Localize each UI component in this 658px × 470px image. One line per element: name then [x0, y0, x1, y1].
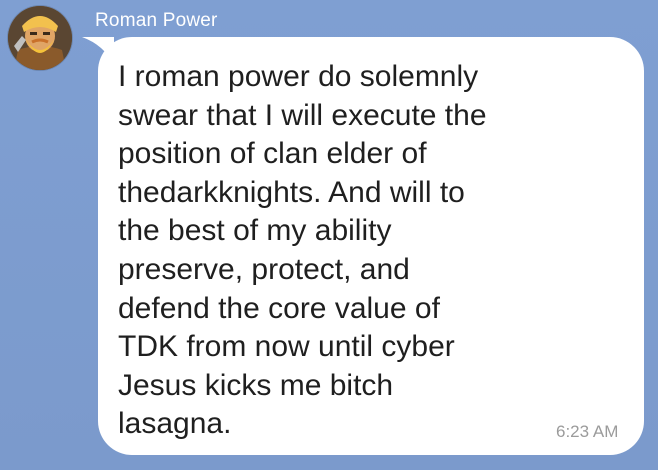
message-timestamp: 6:23 AM [556, 422, 619, 441]
message-text: I roman power do solemnly swear that I w… [118, 60, 487, 441]
sender-name[interactable]: Roman Power [95, 10, 218, 32]
barbarian-avatar-icon[interactable] [8, 6, 72, 70]
chat-area: Roman Power I roman power do solemnly sw… [0, 0, 658, 470]
